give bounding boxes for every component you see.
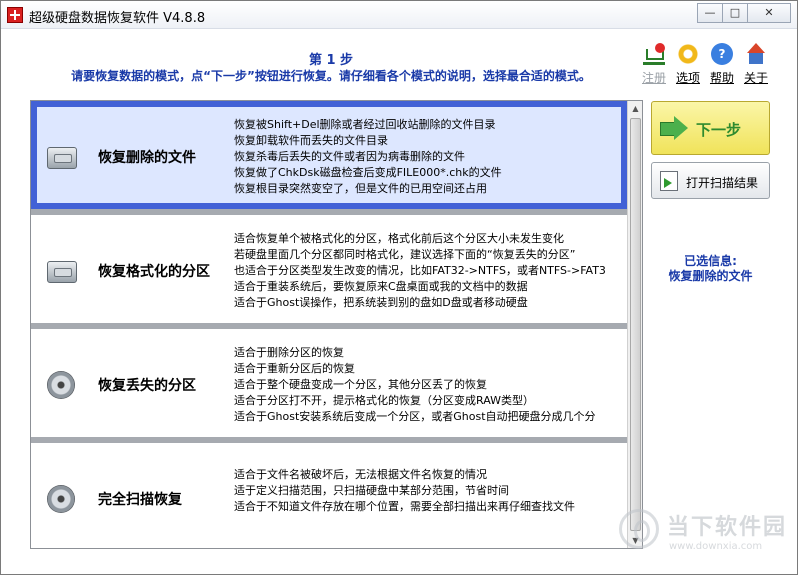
mode-option-title: 恢复格式化的分区 bbox=[98, 264, 210, 280]
description-line: 若硬盘里面几个分区都同时格式化，建议选择下面的“恢复丢失的分区” bbox=[234, 248, 576, 261]
mode-option-title: 恢复删除的文件 bbox=[98, 150, 196, 166]
mode-option-description: 恢复被Shift+Del删除或者经过回收站删除的文件目录 恢复卸载软件而丢失的文… bbox=[234, 117, 621, 197]
scrollbar-thumb[interactable] bbox=[630, 118, 641, 531]
watermark-url: www.downxia.com bbox=[669, 541, 763, 552]
hard-drive-icon bbox=[47, 261, 77, 283]
description-line: 恢复被Shift+Del删除或者经过回收站删除的文件目录 bbox=[234, 118, 496, 131]
description-line: 适合于分区打不开，提示格式化的恢复（分区变成RAW类型） bbox=[234, 394, 534, 407]
description-line: 适合于重新分区后的恢复 bbox=[234, 362, 355, 375]
about-tool[interactable]: 关于 bbox=[739, 43, 773, 86]
arrow-right-icon bbox=[660, 114, 688, 142]
window-title: 超级硬盘数据恢复软件 V4.8.8 bbox=[29, 11, 206, 26]
selected-info-value: 恢复删除的文件 bbox=[668, 269, 753, 283]
description-line: 恢复杀毒后丢失的文件或者因为病毒删除的文件 bbox=[234, 150, 465, 163]
watermark-text: 当下软件园 bbox=[667, 515, 788, 540]
title-bar[interactable]: 超级硬盘数据恢复软件 V4.8.8 — □ ✕ bbox=[1, 1, 797, 29]
description-line: 适合于重装系统后，要恢复原来C盘桌面或我的文档中的数据 bbox=[234, 280, 528, 293]
mode-option-description: 适合于删除分区的恢复 适合于重新分区后的恢复 适合于整个硬盘变成一个分区，其他分… bbox=[234, 345, 621, 425]
next-step-label: 下一步 bbox=[696, 121, 742, 139]
home-icon bbox=[745, 43, 767, 65]
description-line: 适合于Ghost误操作，把系统装到别的盘如D盘或者移动硬盘 bbox=[234, 296, 528, 309]
description-line: 恢复做了ChkDsk磁盘检查后变成FILE000*.chk的文件 bbox=[234, 166, 502, 179]
gear-icon bbox=[677, 43, 699, 65]
open-file-icon bbox=[660, 171, 678, 191]
disk-platter-icon bbox=[47, 485, 75, 513]
description-line: 适合于删除分区的恢复 bbox=[234, 346, 344, 359]
mode-option-recover-deleted[interactable]: 恢复删除的文件 恢复被Shift+Del删除或者经过回收站删除的文件目录 恢复卸… bbox=[31, 101, 627, 209]
app-icon bbox=[7, 7, 23, 23]
open-scan-results-button[interactable]: 打开扫描结果 bbox=[651, 162, 770, 199]
description-line: 适合于整个硬盘变成一个分区，其他分区丢了的恢复 bbox=[234, 378, 487, 391]
maximize-button[interactable]: □ bbox=[722, 3, 748, 23]
description-line: 适于定义扫描范围，只扫描硬盘中某部分范围，节省时间 bbox=[234, 484, 509, 497]
options-tool[interactable]: 选项 bbox=[671, 43, 705, 86]
mode-option-body: 恢复格式化的分区 适合恢复单个被格式化的分区，格式化前后这个分区大小未发生变化 … bbox=[37, 221, 621, 317]
mode-option-body: 完全扫描恢复 适合于文件名被破坏后，无法根据文件名恢复的情况 适于定义扫描范围，… bbox=[37, 449, 621, 545]
options-label: 选项 bbox=[675, 71, 700, 85]
register-label: 注册 bbox=[641, 71, 666, 85]
description-line: 适合于Ghost安装系统后变成一个分区，或者Ghost自动把硬盘分成几个分 bbox=[234, 410, 596, 423]
scroll-up-icon[interactable]: ▲ bbox=[628, 101, 642, 116]
minimize-button[interactable]: — bbox=[697, 3, 723, 23]
mode-option-title: 恢复丢失的分区 bbox=[98, 378, 196, 394]
app-window: 超级硬盘数据恢复软件 V4.8.8 — □ ✕ 第 1 步 请要恢复数据的模式，… bbox=[0, 0, 798, 575]
mode-option-recover-lost-partition[interactable]: 恢复丢失的分区 适合于删除分区的恢复 适合于重新分区后的恢复 适合于整个硬盘变成… bbox=[31, 329, 627, 437]
mode-option-body: 恢复删除的文件 恢复被Shift+Del删除或者经过回收站删除的文件目录 恢复卸… bbox=[37, 107, 621, 203]
mode-option-title: 完全扫描恢复 bbox=[98, 492, 182, 508]
step-description: 请要恢复数据的模式，点“下一步”按钮进行恢复。请仔细看各个模式的说明，选择最合适… bbox=[71, 69, 591, 83]
register-tool[interactable]: 注册 bbox=[637, 43, 671, 86]
next-step-button[interactable]: 下一步 bbox=[651, 101, 770, 155]
help-icon: ? bbox=[711, 43, 733, 65]
mode-list: 恢复删除的文件 恢复被Shift+Del删除或者经过回收站删除的文件目录 恢复卸… bbox=[30, 100, 643, 549]
hard-drive-icon bbox=[47, 147, 77, 169]
cart-icon bbox=[643, 43, 665, 65]
help-tool[interactable]: ? 帮助 bbox=[705, 43, 739, 86]
mode-option-body: 恢复丢失的分区 适合于删除分区的恢复 适合于重新分区后的恢复 适合于整个硬盘变成… bbox=[37, 335, 621, 431]
about-label: 关于 bbox=[743, 71, 768, 85]
description-line: 适合于不知道文件存放在哪个位置，需要全部扫描出来再仔细查找文件 bbox=[234, 500, 575, 513]
vertical-scrollbar[interactable]: ▲ ▼ bbox=[627, 101, 642, 548]
mode-option-full-scan[interactable]: 完全扫描恢复 适合于文件名被破坏后，无法根据文件名恢复的情况 适于定义扫描范围，… bbox=[31, 443, 627, 548]
description-line: 恢复卸载软件而丢失的文件目录 bbox=[234, 134, 388, 147]
open-scan-results-label: 打开扫描结果 bbox=[686, 176, 759, 190]
top-toolbar: 注册 选项 ? 帮助 关于 bbox=[637, 43, 773, 86]
description-line: 也适合于分区类型发生改变的情况，比如FAT32->NTFS，或者NTFS->FA… bbox=[234, 264, 606, 277]
mode-option-description: 适合于文件名被破坏后，无法根据文件名恢复的情况 适于定义扫描范围，只扫描硬盘中某… bbox=[234, 467, 621, 515]
close-button[interactable]: ✕ bbox=[747, 3, 791, 23]
description-line: 适合于文件名被破坏后，无法根据文件名恢复的情况 bbox=[234, 468, 487, 481]
mode-option-description: 适合恢复单个被格式化的分区，格式化前后这个分区大小未发生变化 若硬盘里面几个分区… bbox=[234, 231, 621, 311]
help-label: 帮助 bbox=[709, 71, 734, 85]
watermark-logo-icon bbox=[619, 509, 659, 549]
description-line: 适合恢复单个被格式化的分区，格式化前后这个分区大小未发生变化 bbox=[234, 232, 564, 245]
disk-platter-icon bbox=[47, 371, 75, 399]
watermark: 当下软件园 www.downxia.com bbox=[615, 507, 795, 563]
mode-option-recover-formatted[interactable]: 恢复格式化的分区 适合恢复单个被格式化的分区，格式化前后这个分区大小未发生变化 … bbox=[31, 215, 627, 323]
step-title: 第 1 步 bbox=[308, 53, 354, 68]
description-line: 恢复根目录突然变空了，但是文件的已用空间还占用 bbox=[234, 182, 487, 195]
window-controls: — □ ✕ bbox=[697, 3, 791, 23]
